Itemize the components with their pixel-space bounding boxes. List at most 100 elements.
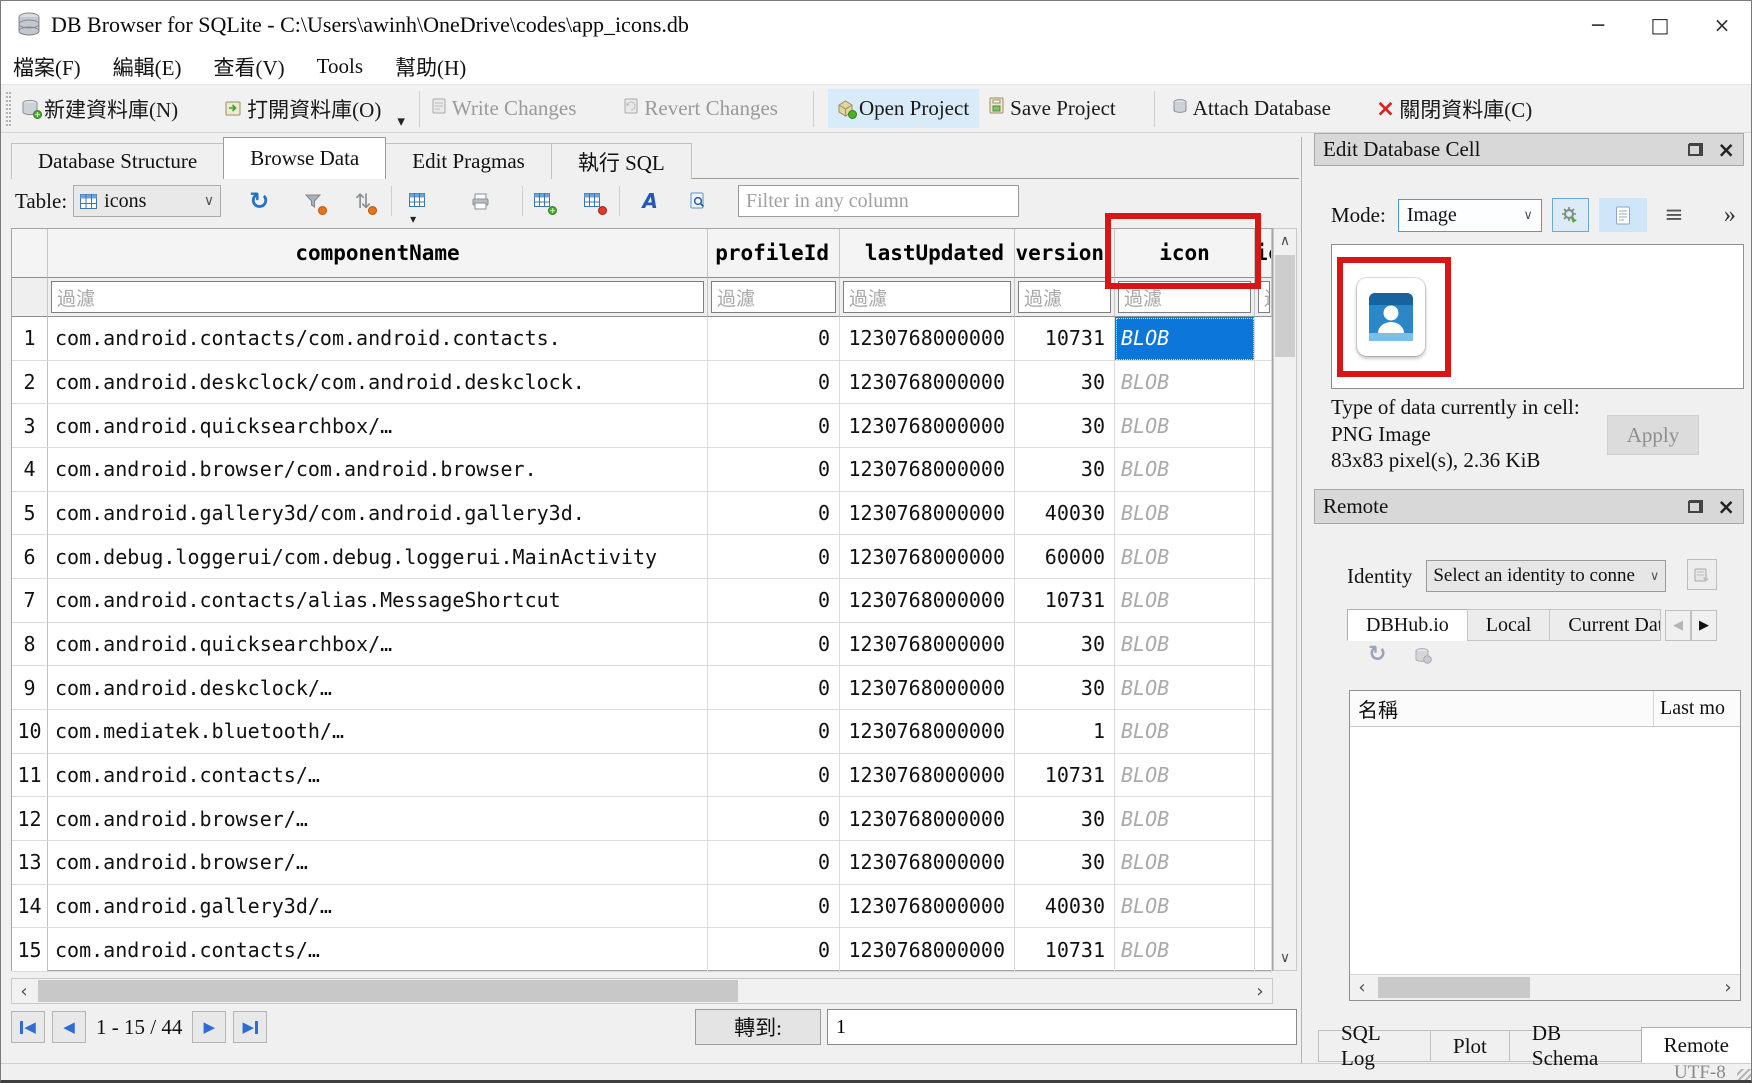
cell-profileId[interactable]: 0 <box>708 579 840 623</box>
first-page-button[interactable]: ◀ <box>11 1011 45 1043</box>
toolbar-drag-handle[interactable] <box>6 92 11 126</box>
cell-lastUpdated[interactable]: 1230768000000 <box>840 841 1015 885</box>
dock-tab-remote[interactable]: Remote <box>1641 1027 1752 1063</box>
scroll-left-button[interactable]: ‹ <box>12 979 36 1003</box>
cell-lastUpdated[interactable]: 1230768000000 <box>840 317 1015 361</box>
remote-tab-dbhub[interactable]: DBHub.io <box>1347 609 1468 641</box>
float-panel-icon[interactable] <box>1688 500 1703 513</box>
cell-lastUpdated[interactable]: 1230768000000 <box>840 797 1015 841</box>
cell-componentName[interactable]: com.android.contacts/… <box>48 928 708 972</box>
column-header-partial[interactable]: ic <box>1255 229 1272 278</box>
cell-profileId[interactable]: 0 <box>708 754 840 798</box>
cell-componentName[interactable]: com.android.browser/… <box>48 797 708 841</box>
cell-version[interactable]: 30 <box>1015 623 1115 667</box>
filter-partial[interactable]: 過濾 <box>1255 278 1272 317</box>
cell-version[interactable]: 10731 <box>1015 754 1115 798</box>
scroll-down-button[interactable]: ∨ <box>1274 946 1296 970</box>
remote-upload-database-icon[interactable] <box>1414 646 1432 664</box>
cell-version[interactable]: 40030 <box>1015 492 1115 536</box>
insert-record-button[interactable]: + <box>531 188 555 214</box>
cell-partial[interactable] <box>1255 535 1272 579</box>
filter-lastUpdated[interactable]: 過濾 <box>840 278 1015 317</box>
close-database-button[interactable]: × 關閉資料庫(C) <box>1376 94 1532 124</box>
cell-componentName[interactable]: com.android.gallery3d/com.android.galler… <box>48 492 708 536</box>
clear-sorting-button[interactable]: ⇅ <box>351 188 375 214</box>
menu-help[interactable]: 幫助(H) <box>393 50 468 84</box>
cell-profileId[interactable]: 0 <box>708 492 840 536</box>
cell-lastUpdated[interactable]: 1230768000000 <box>840 492 1015 536</box>
cell-icon-blob[interactable]: BLOB <box>1115 666 1255 710</box>
remote-scroll-thumb[interactable] <box>1378 977 1530 998</box>
cell-version[interactable]: 30 <box>1015 361 1115 405</box>
word-wrap-button[interactable]: ≡ <box>1659 198 1689 232</box>
dock-tab-db-schema[interactable]: DB Schema <box>1509 1030 1642 1062</box>
dock-tab-sql-log[interactable]: SQL Log <box>1318 1030 1431 1062</box>
cell-partial[interactable] <box>1255 623 1272 667</box>
mode-select[interactable]: Image ∨ <box>1398 199 1542 232</box>
delete-record-button[interactable] <box>581 188 605 214</box>
cell-componentName[interactable]: com.android.quicksearchbox/… <box>48 404 708 448</box>
cell-icon-blob[interactable]: BLOB <box>1115 492 1255 536</box>
cell-partial[interactable] <box>1255 928 1272 972</box>
minimize-button[interactable]: ─ <box>1567 1 1629 49</box>
open-database-dropdown-arrow[interactable]: ▾ <box>397 112 405 130</box>
grid-horizontal-scrollbar[interactable]: ‹ › <box>11 978 1273 1004</box>
column-header-lastUpdated[interactable]: lastUpdated <box>840 229 1015 278</box>
cell-icon-blob[interactable]: BLOB <box>1115 361 1255 405</box>
find-in-document-icon[interactable] <box>686 188 710 214</box>
cell-componentName[interactable]: com.android.contacts/com.android.contact… <box>48 317 708 361</box>
close-panel-icon[interactable]: × <box>1717 143 1735 157</box>
filter-any-column-input[interactable] <box>738 185 1019 217</box>
cell-componentName[interactable]: com.android.quicksearchbox/… <box>48 623 708 667</box>
grid-vertical-scrollbar[interactable]: ∧ ∨ <box>1273 228 1297 971</box>
revert-changes-button[interactable]: Revert Changes <box>622 96 778 121</box>
filter-version[interactable]: 過濾 <box>1015 278 1115 317</box>
tab-edit-pragmas[interactable]: Edit Pragmas <box>385 143 552 179</box>
next-page-button[interactable]: ▶ <box>192 1011 226 1043</box>
cell-version[interactable]: 10731 <box>1015 317 1115 361</box>
cell-partial[interactable] <box>1255 448 1272 492</box>
cell-version[interactable]: 30 <box>1015 448 1115 492</box>
scroll-right-button[interactable]: › <box>1716 975 1740 999</box>
scroll-left-button[interactable]: ‹ <box>1350 975 1374 999</box>
horizontal-scroll-thumb[interactable] <box>38 980 738 1002</box>
scroll-right-button[interactable]: › <box>1248 979 1272 1003</box>
row-number-cell[interactable]: 8 <box>12 623 48 667</box>
column-header-componentName[interactable]: componentName <box>48 229 708 278</box>
cell-profileId[interactable]: 0 <box>708 535 840 579</box>
write-changes-button[interactable]: Write Changes <box>430 96 577 121</box>
scroll-up-button[interactable]: ∧ <box>1274 229 1296 253</box>
cell-componentName[interactable]: com.android.deskclock/com.android.deskcl… <box>48 361 708 405</box>
column-header-icon[interactable]: icon <box>1115 229 1255 278</box>
edit-display-format-icon[interactable]: A <box>638 188 662 214</box>
cell-partial[interactable] <box>1255 666 1272 710</box>
dock-splitter[interactable] <box>1301 137 1302 1063</box>
tab-database-structure[interactable]: Database Structure <box>11 143 224 179</box>
goto-record-button[interactable]: 轉到: <box>695 1009 821 1045</box>
column-header-profileId[interactable]: profileId <box>708 229 840 278</box>
cell-lastUpdated[interactable]: 1230768000000 <box>840 448 1015 492</box>
row-number-cell[interactable]: 10 <box>12 710 48 754</box>
tab-scroll-left-button[interactable]: ◀ <box>1665 610 1691 641</box>
cell-componentName[interactable]: com.android.deskclock/… <box>48 666 708 710</box>
cell-icon-blob[interactable]: BLOB <box>1115 841 1255 885</box>
row-number-cell[interactable]: 1 <box>12 317 48 361</box>
cell-lastUpdated[interactable]: 1230768000000 <box>840 754 1015 798</box>
cell-partial[interactable] <box>1255 885 1272 929</box>
cell-version[interactable]: 10731 <box>1015 928 1115 972</box>
cell-lastUpdated[interactable]: 1230768000000 <box>840 623 1015 667</box>
cell-profileId[interactable]: 0 <box>708 841 840 885</box>
new-record-button[interactable]: ▾ <box>406 188 430 214</box>
cell-partial[interactable] <box>1255 317 1272 361</box>
cell-componentName[interactable]: com.mediatek.bluetooth/… <box>48 710 708 754</box>
row-number-cell[interactable]: 15 <box>12 928 48 972</box>
remote-refresh-icon[interactable]: ↻ <box>1368 642 1386 667</box>
remote-tab-current-database[interactable]: Current Dat <box>1549 609 1661 641</box>
cell-version[interactable]: 60000 <box>1015 535 1115 579</box>
apply-button[interactable]: Apply <box>1607 415 1699 455</box>
table-select[interactable]: icons ∨ <box>73 185 221 217</box>
cell-lastUpdated[interactable]: 1230768000000 <box>840 535 1015 579</box>
cell-icon-blob[interactable]: BLOB <box>1115 448 1255 492</box>
cell-version[interactable]: 30 <box>1015 797 1115 841</box>
row-number-cell[interactable]: 12 <box>12 797 48 841</box>
